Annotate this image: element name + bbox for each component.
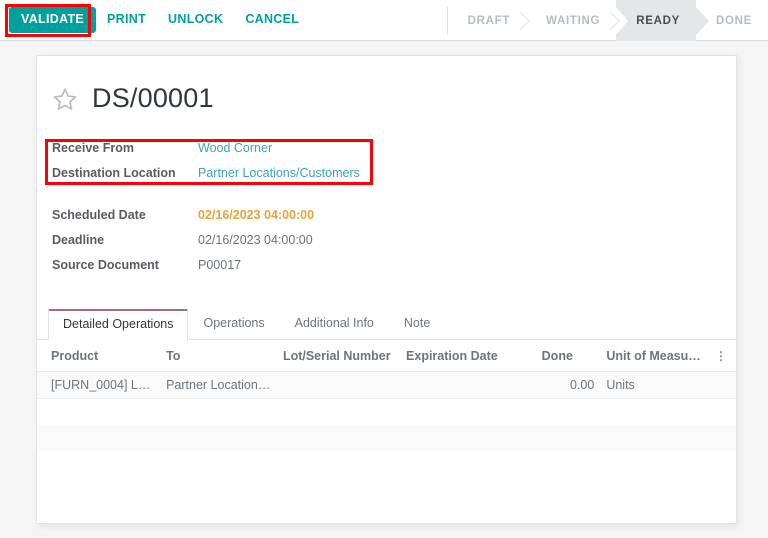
unlock-button[interactable]: UNLOCK bbox=[157, 7, 234, 33]
control-panel: VALIDATE PRINT UNLOCK CANCEL DRAFT WAITI… bbox=[0, 0, 768, 41]
vertical-dots-icon[interactable]: ⋮ bbox=[715, 352, 727, 360]
field-value-deadline[interactable]: 02/16/2023 04:00:00 bbox=[198, 233, 313, 247]
field-label-scheduled-date: Scheduled Date bbox=[52, 208, 198, 222]
table-header-row: Product To Lot/Serial Number Expiration … bbox=[37, 340, 736, 372]
column-header-to[interactable]: To bbox=[160, 340, 277, 372]
validate-button[interactable]: VALIDATE bbox=[9, 7, 96, 34]
empty-cell bbox=[160, 399, 277, 426]
cell-lot-serial-number[interactable] bbox=[277, 372, 400, 399]
status-item-draft[interactable]: DRAFT bbox=[448, 0, 526, 41]
empty-cell bbox=[277, 399, 400, 426]
empty-cell bbox=[400, 425, 536, 451]
page-title: DS/00001 bbox=[92, 83, 214, 114]
table-row[interactable]: [FURN_0004] Let… Partner Locations/… 0.0… bbox=[37, 372, 736, 399]
field-group-partner: Receive From Wood Corner Destination Loc… bbox=[52, 141, 736, 187]
column-header-lot-serial-number[interactable]: Lot/Serial Number bbox=[277, 340, 400, 372]
status-item-ready[interactable]: READY bbox=[616, 0, 696, 41]
cell-options bbox=[709, 372, 736, 399]
status-bar: DRAFT WAITING READY DONE bbox=[447, 0, 768, 41]
empty-cell bbox=[277, 425, 400, 451]
print-button[interactable]: PRINT bbox=[96, 7, 157, 33]
table-empty-row bbox=[37, 399, 736, 426]
field-label-receive-from: Receive From bbox=[52, 141, 198, 155]
cell-done[interactable]: 0.00 bbox=[536, 372, 601, 399]
empty-cell bbox=[536, 425, 601, 451]
status-item-waiting[interactable]: WAITING bbox=[526, 0, 616, 41]
empty-cell bbox=[160, 425, 277, 451]
column-header-done[interactable]: Done bbox=[536, 340, 601, 372]
cell-expiration-date[interactable] bbox=[400, 372, 536, 399]
column-options-header: ⋮ bbox=[709, 340, 736, 372]
field-value-source-document[interactable]: P00017 bbox=[198, 258, 241, 272]
empty-cell bbox=[709, 425, 736, 451]
detailed-operations-table: Product To Lot/Serial Number Expiration … bbox=[37, 340, 736, 451]
notebook: Detailed Operations Operations Additiona… bbox=[37, 307, 736, 451]
tab-additional-info[interactable]: Additional Info bbox=[280, 308, 389, 339]
column-header-unit-of-measure[interactable]: Unit of Measu… bbox=[600, 340, 709, 372]
field-label-deadline: Deadline bbox=[52, 233, 198, 247]
empty-cell bbox=[709, 399, 736, 426]
tab-detailed-operations[interactable]: Detailed Operations bbox=[48, 309, 188, 340]
field-row-deadline: Deadline 02/16/2023 04:00:00 bbox=[52, 233, 736, 254]
field-row-scheduled-date: Scheduled Date 02/16/2023 04:00:00 bbox=[52, 208, 736, 229]
field-label-source-document: Source Document bbox=[52, 258, 198, 272]
title-row: DS/00001 bbox=[37, 83, 736, 114]
tab-note[interactable]: Note bbox=[389, 308, 445, 339]
notebook-tabs: Detailed Operations Operations Additiona… bbox=[37, 307, 736, 340]
empty-cell bbox=[37, 399, 160, 426]
field-label-destination-location: Destination Location bbox=[52, 166, 198, 180]
form-fields: Receive From Wood Corner Destination Loc… bbox=[37, 141, 736, 279]
field-value-destination-location[interactable]: Partner Locations/Customers bbox=[198, 166, 360, 180]
empty-cell bbox=[600, 399, 709, 426]
field-row-receive-from: Receive From Wood Corner bbox=[52, 141, 736, 162]
star-outline-icon[interactable] bbox=[52, 86, 78, 112]
tab-operations[interactable]: Operations bbox=[188, 308, 279, 339]
table-empty-row bbox=[37, 425, 736, 451]
field-row-source-document: Source Document P00017 bbox=[52, 258, 736, 279]
cell-unit-of-measure[interactable]: Units bbox=[600, 372, 709, 399]
action-buttons: VALIDATE PRINT UNLOCK CANCEL bbox=[0, 0, 310, 40]
cell-to[interactable]: Partner Locations/… bbox=[160, 372, 277, 399]
column-header-product[interactable]: Product bbox=[37, 340, 160, 372]
field-value-receive-from[interactable]: Wood Corner bbox=[198, 141, 272, 155]
field-row-destination-location: Destination Location Partner Locations/C… bbox=[52, 166, 736, 187]
form-sheet: DS/00001 Receive From Wood Corner Destin… bbox=[36, 55, 737, 524]
empty-cell bbox=[37, 425, 160, 451]
field-value-scheduled-date[interactable]: 02/16/2023 04:00:00 bbox=[198, 208, 314, 222]
empty-cell bbox=[536, 399, 601, 426]
field-group-dates: Scheduled Date 02/16/2023 04:00:00 Deadl… bbox=[52, 208, 736, 279]
cell-product[interactable]: [FURN_0004] Let… bbox=[37, 372, 160, 399]
empty-cell bbox=[600, 425, 709, 451]
column-header-expiration-date[interactable]: Expiration Date bbox=[400, 340, 536, 372]
cancel-button[interactable]: CANCEL bbox=[234, 7, 310, 33]
empty-cell bbox=[400, 399, 536, 426]
